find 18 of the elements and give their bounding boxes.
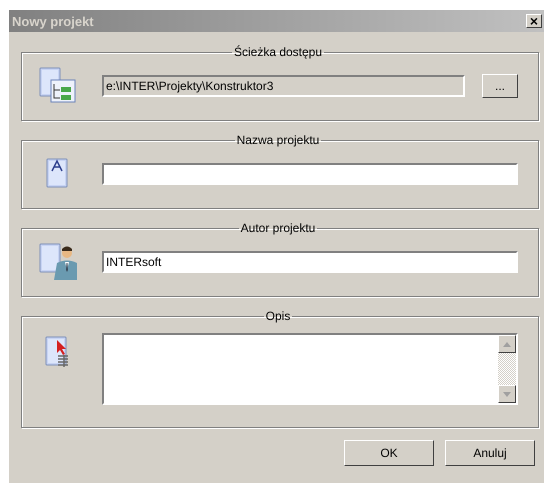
text-field[interactable]: INTERsoft	[102, 251, 518, 273]
cancel-button[interactable]: Anuluj	[445, 440, 535, 466]
group-title: Ścieżka dostępu	[232, 45, 324, 59]
scroll-down-button[interactable]	[498, 385, 516, 403]
group-title: Nazwa projektu	[236, 133, 320, 147]
text-field[interactable]	[102, 163, 518, 185]
description-field[interactable]	[102, 333, 518, 405]
group-title: Opis	[264, 309, 292, 323]
path-field[interactable]: e:\INTER\Projekty\Konstruktor3	[102, 75, 465, 97]
up-arrow-icon	[503, 342, 511, 346]
close-button[interactable]: ×	[526, 14, 542, 28]
scroll-up-button[interactable]	[498, 335, 516, 353]
browse-button[interactable]: ...	[482, 74, 518, 98]
window-title: Nowy projekt	[12, 14, 94, 28]
group-title: Autor projektu	[240, 221, 316, 235]
ok-button[interactable]: OK	[344, 440, 434, 466]
user-document-icon	[38, 242, 78, 282]
down-arrow-icon	[503, 392, 511, 396]
